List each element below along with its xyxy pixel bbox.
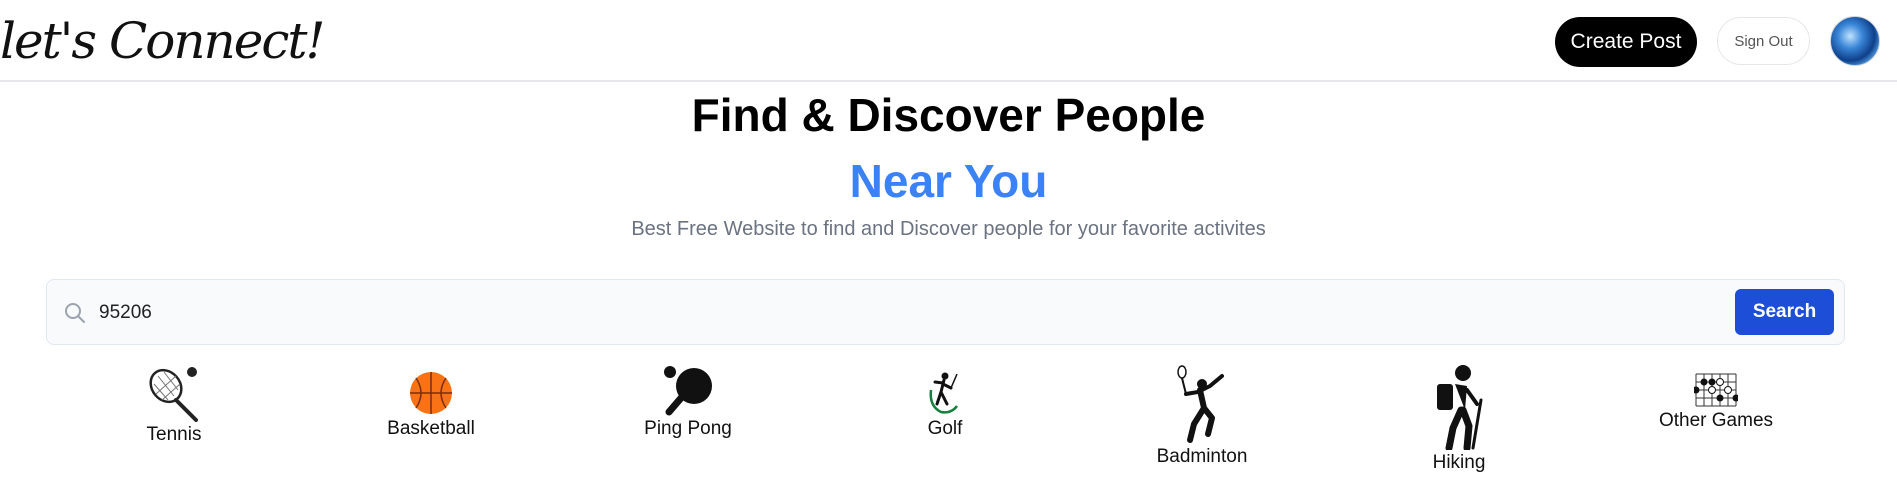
golf-icon — [929, 372, 958, 414]
activity-basketball[interactable]: Basketball — [381, 370, 481, 440]
header: let's Connect! Create Post Sign Out — [0, 0, 1897, 82]
search-icon — [65, 303, 85, 323]
activity-ping-pong[interactable]: Ping Pong — [638, 364, 738, 440]
activity-other-games[interactable]: Other Games — [1656, 372, 1776, 432]
logo[interactable]: let's Connect! — [0, 0, 326, 82]
activity-badminton[interactable]: Badminton — [1152, 364, 1252, 468]
activity-label: Golf — [927, 418, 963, 439]
board-game-icon — [1694, 373, 1738, 407]
activity-label: Other Games — [1658, 410, 1774, 431]
sign-out-button[interactable]: Sign Out — [1717, 17, 1810, 65]
search-input[interactable] — [97, 290, 1761, 336]
activity-label: Basketball — [387, 418, 475, 439]
hiking-icon — [1437, 365, 1483, 450]
page-title: Find & Discover People — [691, 89, 1206, 141]
activity-label: Tennis — [146, 424, 202, 445]
create-post-button[interactable]: Create Post — [1555, 17, 1697, 67]
avatar[interactable] — [1830, 16, 1880, 66]
activity-hiking[interactable]: Hiking — [1409, 364, 1509, 474]
activity-golf[interactable]: Golf — [895, 370, 995, 440]
activity-label: Badminton — [1156, 446, 1248, 467]
basketball-icon — [410, 372, 452, 414]
ping-pong-icon — [664, 366, 712, 416]
activity-label: Hiking — [1432, 452, 1486, 473]
page-subtitle: Near You — [849, 155, 1048, 207]
search-bar: Search — [46, 279, 1845, 345]
activity-label: Ping Pong — [644, 418, 732, 439]
badminton-icon — [1177, 365, 1224, 443]
search-button[interactable]: Search — [1735, 289, 1834, 335]
tagline: Best Free Website to find and Discover p… — [631, 218, 1266, 240]
tennis-icon — [149, 367, 198, 422]
activity-tennis[interactable]: Tennis — [124, 364, 224, 446]
